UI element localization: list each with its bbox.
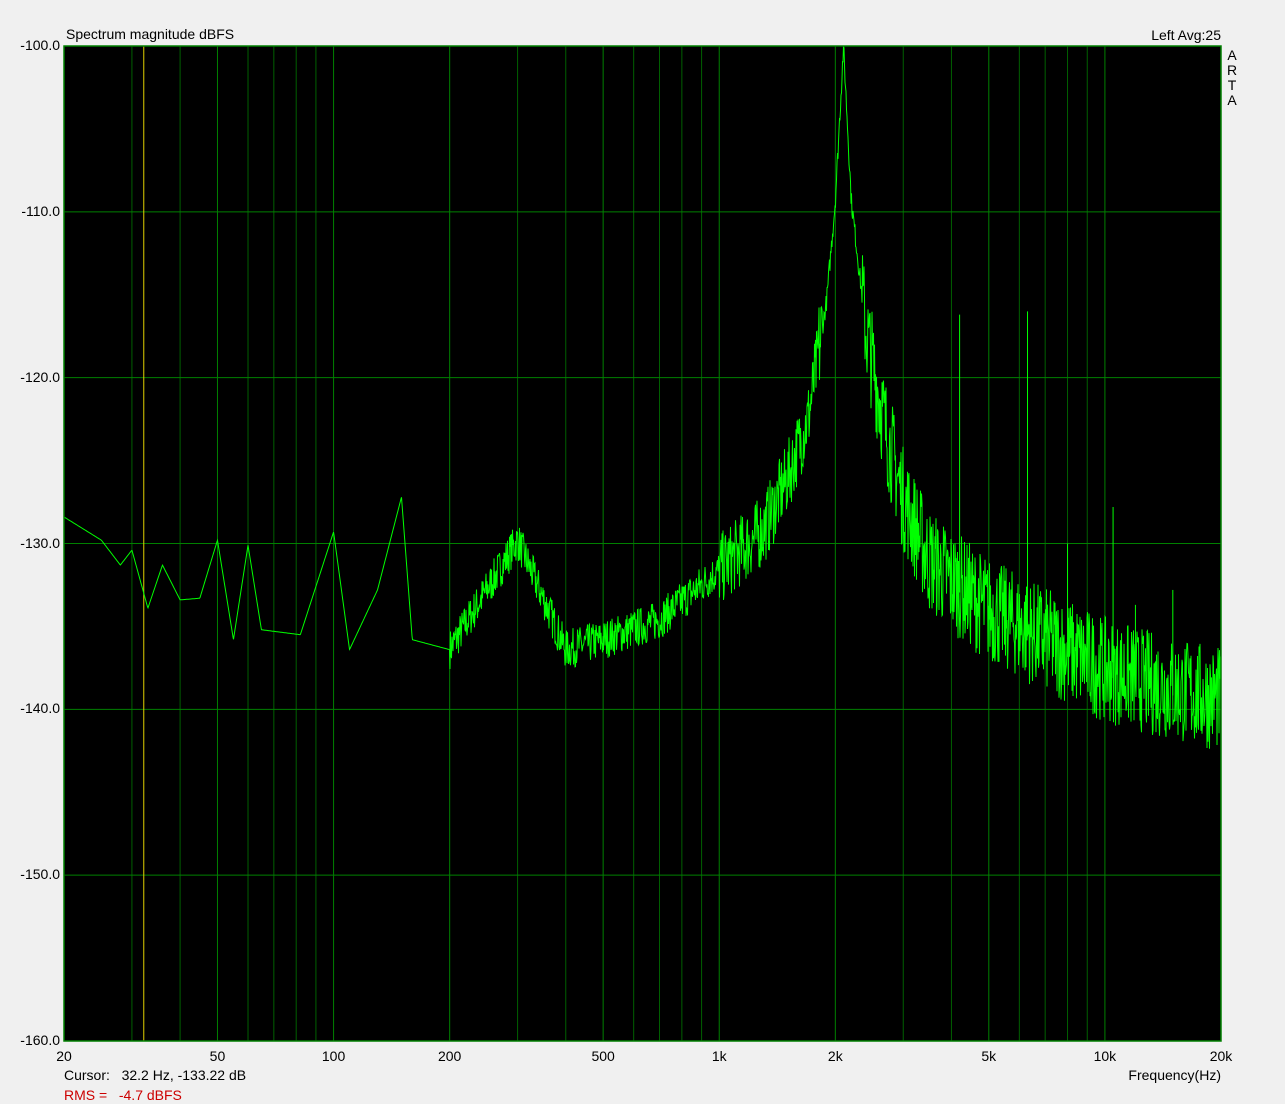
rms-value: -4.7 dBFS (118, 1087, 182, 1103)
y-tick-label: -100.0 (20, 37, 60, 53)
x-tick-label: 200 (437, 1048, 462, 1064)
x-tick-label: 1k (711, 1048, 727, 1064)
x-tick-label: 5k (981, 1048, 997, 1064)
x-axis-label: Frequency(Hz) (1128, 1067, 1221, 1083)
y-tick-label: -160.0 (20, 1032, 60, 1048)
x-tick-label: 10k (1093, 1048, 1117, 1064)
x-tick-label: 500 (591, 1048, 615, 1064)
spectrum-plot[interactable] (0, 0, 1285, 1104)
channel-avg-label: Left Avg:25 (1151, 27, 1221, 43)
cursor-label: Cursor: (64, 1067, 110, 1083)
x-tick-label: 100 (321, 1048, 346, 1064)
arta-logo: ARTA (1227, 47, 1238, 108)
cursor-value: 32.2 Hz, -133.22 dB (121, 1067, 247, 1083)
cursor-readout: Cursor: 32.2 Hz, -133.22 dB (64, 1067, 246, 1083)
y-tick-label: -140.0 (20, 700, 60, 717)
rms-readout: RMS = -4.7 dBFS (64, 1087, 182, 1103)
x-tick-label: 50 (209, 1048, 226, 1064)
y-tick-label: -110.0 (21, 202, 60, 219)
y-tick-label: -150.0 (20, 866, 60, 883)
y-tick-label: -130.0 (20, 534, 60, 551)
chart-title: Spectrum magnitude dBFS (66, 26, 235, 42)
x-tick-label: 2k (827, 1048, 843, 1064)
x-tick-label: 20 (56, 1048, 72, 1064)
x-tick-label: 20k (1209, 1048, 1233, 1064)
rms-label: RMS = (64, 1087, 108, 1103)
y-tick-label: -120.0 (20, 368, 60, 385)
